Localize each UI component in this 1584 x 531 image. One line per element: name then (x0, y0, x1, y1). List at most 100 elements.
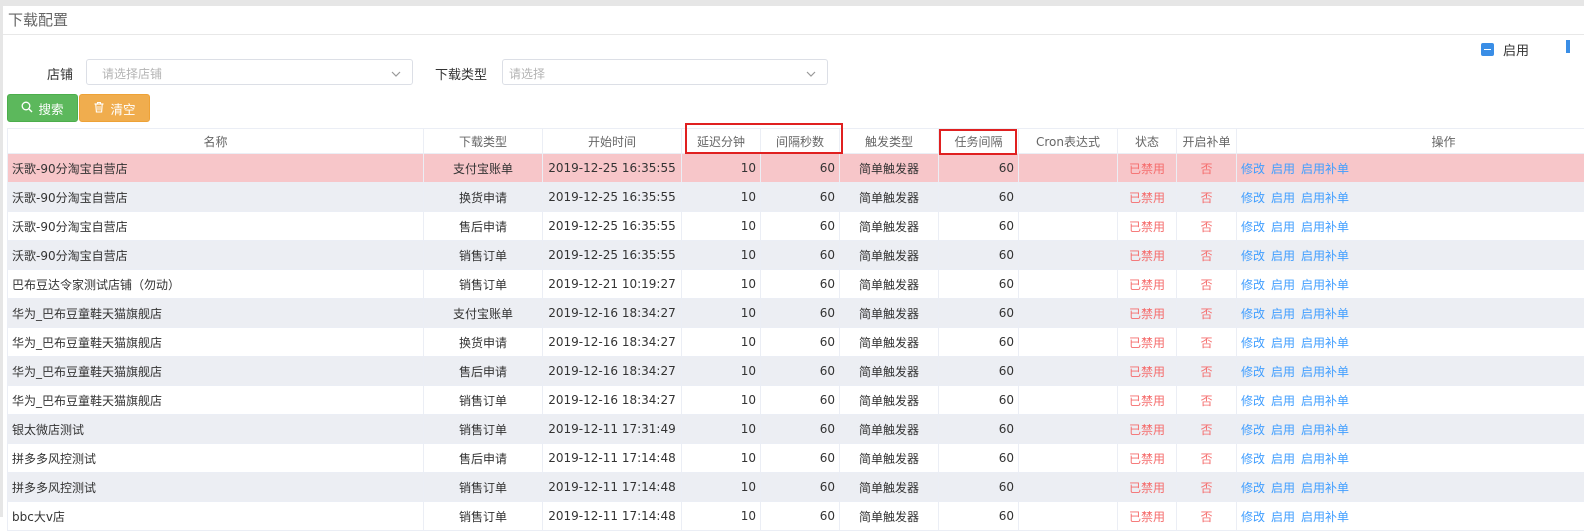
cell-trigger-type: 简单触发器 (840, 415, 939, 444)
cell-name: 沃歌-90分淘宝自营店 (8, 183, 424, 212)
cell-name: 银太微店测试 (8, 415, 424, 444)
table-row[interactable]: 沃歌-90分淘宝自营店销售订单2019-12-25 16:35:551060简单… (8, 241, 1584, 270)
col-header-trigger-type[interactable]: 触发类型 (840, 129, 939, 154)
enable-backfill-link[interactable]: 启用补单 (1301, 452, 1349, 466)
enable-backfill-link[interactable]: 启用补单 (1301, 423, 1349, 437)
col-header-actions: 操作 (1237, 129, 1584, 154)
cell-status: 已禁用 (1118, 357, 1177, 386)
cell-cron (1019, 212, 1118, 241)
top-strip (0, 0, 1584, 6)
cell-trigger-type: 简单触发器 (840, 502, 939, 531)
cell-name: 华为_巴布豆童鞋天猫旗舰店 (8, 328, 424, 357)
edit-link[interactable]: 修改 (1241, 191, 1265, 205)
enable-link[interactable]: 启用 (1271, 220, 1295, 234)
cell-trigger-type: 简单触发器 (840, 212, 939, 241)
table-row[interactable]: bbc大v店销售订单2019-12-11 17:14:481060简单触发器60… (8, 502, 1584, 531)
clear-button[interactable]: 清空 (79, 94, 150, 122)
edit-link[interactable]: 修改 (1241, 336, 1265, 350)
edit-link[interactable]: 修改 (1241, 162, 1265, 176)
cell-download-type: 售后申请 (424, 212, 543, 241)
cell-interval-seconds: 60 (761, 270, 840, 299)
cell-status: 已禁用 (1118, 154, 1177, 183)
col-header-interval-seconds[interactable]: 间隔秒数 (761, 129, 840, 154)
edit-link[interactable]: 修改 (1241, 249, 1265, 263)
cell-trigger-type: 简单触发器 (840, 241, 939, 270)
table-row[interactable]: 华为_巴布豆童鞋天猫旗舰店支付宝账单2019-12-16 18:34:27106… (8, 299, 1584, 328)
edit-link[interactable]: 修改 (1241, 481, 1265, 495)
enable-backfill-link[interactable]: 启用补单 (1301, 336, 1349, 350)
table-row[interactable]: 华为_巴布豆童鞋天猫旗舰店销售订单2019-12-16 18:34:271060… (8, 386, 1584, 415)
col-header-backfill[interactable]: 开启补单 (1177, 129, 1237, 154)
legend-enabled[interactable]: 启用 (1481, 40, 1529, 59)
table-row[interactable]: 巴布豆达令家测试店铺（勿动）销售订单2019-12-21 10:19:27106… (8, 270, 1584, 299)
table-row[interactable]: 沃歌-90分淘宝自营店售后申请2019-12-25 16:35:551060简单… (8, 212, 1584, 241)
cell-start-time: 2019-12-25 16:35:55 (543, 212, 682, 241)
enable-link[interactable]: 启用 (1271, 481, 1295, 495)
table-row[interactable]: 沃歌-90分淘宝自营店换货申请2019-12-25 16:35:551060简单… (8, 183, 1584, 212)
enable-link[interactable]: 启用 (1271, 394, 1295, 408)
col-header-task-interval[interactable]: 任务间隔 (939, 129, 1019, 154)
enable-link[interactable]: 启用 (1271, 336, 1295, 350)
enable-backfill-link[interactable]: 启用补单 (1301, 481, 1349, 495)
table-row[interactable]: 拼多多风控测试售后申请2019-12-11 17:14:481060简单触发器6… (8, 444, 1584, 473)
enable-backfill-link[interactable]: 启用补单 (1301, 278, 1349, 292)
cell-actions: 修改启用启用补单 (1237, 444, 1584, 473)
edit-link[interactable]: 修改 (1241, 452, 1265, 466)
cell-backfill: 否 (1177, 270, 1237, 299)
col-header-delay-minutes[interactable]: 延迟分钟 (682, 129, 761, 154)
enable-backfill-link[interactable]: 启用补单 (1301, 307, 1349, 321)
edit-link[interactable]: 修改 (1241, 220, 1265, 234)
cell-actions: 修改启用启用补单 (1237, 183, 1584, 212)
cell-task-interval: 60 (939, 357, 1019, 386)
cell-task-interval: 60 (939, 386, 1019, 415)
minus-checkbox-icon (1481, 43, 1494, 56)
cell-task-interval: 60 (939, 502, 1019, 531)
col-header-name[interactable]: 名称 (8, 129, 424, 154)
enable-backfill-link[interactable]: 启用补单 (1301, 162, 1349, 176)
cell-cron (1019, 154, 1118, 183)
edit-link[interactable]: 修改 (1241, 307, 1265, 321)
edit-link[interactable]: 修改 (1241, 278, 1265, 292)
edit-link[interactable]: 修改 (1241, 365, 1265, 379)
table-row[interactable]: 拼多多风控测试销售订单2019-12-11 17:14:481060简单触发器6… (8, 473, 1584, 502)
enable-backfill-link[interactable]: 启用补单 (1301, 394, 1349, 408)
cell-status: 已禁用 (1118, 415, 1177, 444)
enable-link[interactable]: 启用 (1271, 249, 1295, 263)
cell-task-interval: 60 (939, 154, 1019, 183)
table-row[interactable]: 华为_巴布豆童鞋天猫旗舰店换货申请2019-12-16 18:34:271060… (8, 328, 1584, 357)
table-row[interactable]: 华为_巴布豆童鞋天猫旗舰店售后申请2019-12-16 18:34:271060… (8, 357, 1584, 386)
enable-backfill-link[interactable]: 启用补单 (1301, 249, 1349, 263)
enable-backfill-link[interactable]: 启用补单 (1301, 191, 1349, 205)
enable-backfill-link[interactable]: 启用补单 (1301, 220, 1349, 234)
table-row[interactable]: 沃歌-90分淘宝自营店支付宝账单2019-12-25 16:35:551060简… (8, 154, 1584, 183)
cell-task-interval: 60 (939, 415, 1019, 444)
edit-link[interactable]: 修改 (1241, 394, 1265, 408)
col-header-status[interactable]: 状态 (1118, 129, 1177, 154)
cell-start-time: 2019-12-21 10:19:27 (543, 270, 682, 299)
cell-interval-seconds: 60 (761, 502, 840, 531)
enable-link[interactable]: 启用 (1271, 365, 1295, 379)
edit-link[interactable]: 修改 (1241, 423, 1265, 437)
enable-link[interactable]: 启用 (1271, 162, 1295, 176)
enable-link[interactable]: 启用 (1271, 307, 1295, 321)
cell-backfill: 否 (1177, 328, 1237, 357)
shop-filter-label: 店铺 (47, 64, 73, 83)
cell-actions: 修改启用启用补单 (1237, 415, 1584, 444)
col-header-cron[interactable]: Cron表达式 (1019, 129, 1118, 154)
download-type-select[interactable]: 请选择 (502, 59, 828, 85)
cell-status: 已禁用 (1118, 241, 1177, 270)
cell-interval-seconds: 60 (761, 328, 840, 357)
cell-actions: 修改启用启用补单 (1237, 473, 1584, 502)
cell-delay-minutes: 10 (682, 502, 761, 531)
search-button[interactable]: 搜索 (7, 94, 78, 122)
enable-backfill-link[interactable]: 启用补单 (1301, 365, 1349, 379)
enable-link[interactable]: 启用 (1271, 278, 1295, 292)
table-row[interactable]: 银太微店测试销售订单2019-12-11 17:31:491060简单触发器60… (8, 415, 1584, 444)
enable-link[interactable]: 启用 (1271, 452, 1295, 466)
cell-task-interval: 60 (939, 473, 1019, 502)
col-header-start-time[interactable]: 开始时间 (543, 129, 682, 154)
col-header-download-type[interactable]: 下载类型 (424, 129, 543, 154)
enable-link[interactable]: 启用 (1271, 423, 1295, 437)
enable-link[interactable]: 启用 (1271, 191, 1295, 205)
shop-select[interactable]: 请选择店铺 (86, 59, 413, 85)
